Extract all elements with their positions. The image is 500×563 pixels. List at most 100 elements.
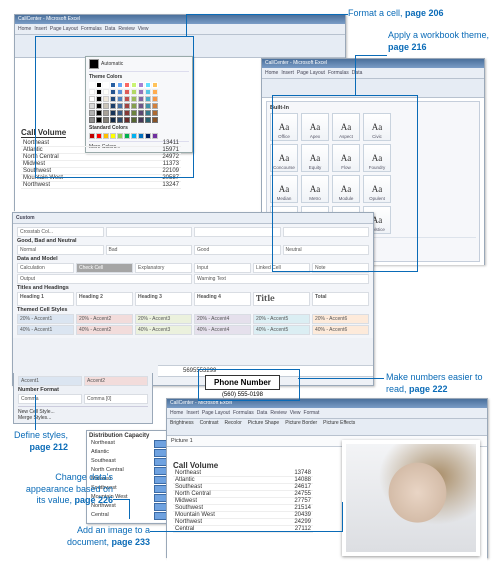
- theme-tile[interactable]: Concourse: [270, 144, 298, 172]
- theme-tile[interactable]: Opulent: [363, 175, 391, 203]
- style-tile[interactable]: Comma [0]: [84, 394, 148, 404]
- value-cell: 13411: [163, 140, 179, 146]
- ribbon-tab[interactable]: Home: [18, 26, 31, 32]
- ribbon-tab[interactable]: Page Layout: [202, 410, 230, 416]
- ribbon-tab[interactable]: Formulas: [233, 410, 254, 416]
- style-tile[interactable]: Heading 3: [135, 292, 192, 306]
- style-tile[interactable]: Linked Cell: [253, 263, 310, 273]
- leader-line: [355, 55, 387, 56]
- region-cell: Southwest: [175, 505, 203, 511]
- style-tile[interactable]: 40% - Accent5: [253, 325, 310, 335]
- table-row: Northwest 13247: [21, 182, 181, 189]
- table-row: Mountain West20587: [21, 175, 181, 182]
- ribbon-tab[interactable]: Data: [257, 410, 268, 416]
- theme-tile[interactable]: Metro: [301, 175, 329, 203]
- table-row: Midwest11373: [21, 161, 181, 168]
- ribbon-tab[interactable]: Format: [304, 410, 320, 416]
- theme-tile[interactable]: Median: [270, 175, 298, 203]
- style-tile[interactable]: Title: [253, 292, 310, 306]
- ribbon-tab[interactable]: Home: [170, 410, 183, 416]
- value-cell: 11373: [163, 161, 179, 167]
- style-tile[interactable]: Check Cell: [76, 263, 133, 273]
- style-tile[interactable]: Heading 1: [17, 292, 74, 306]
- theme-tile[interactable]: Office: [270, 113, 298, 141]
- style-tile[interactable]: Output: [17, 274, 192, 284]
- style-tile[interactable]: [194, 227, 281, 237]
- style-tile[interactable]: Bad: [106, 245, 193, 255]
- ribbon-tab[interactable]: Data: [352, 70, 363, 76]
- style-tile[interactable]: Explanatory: [135, 263, 192, 273]
- section-dm: Data and Model: [17, 256, 369, 262]
- leader-line: [150, 531, 342, 532]
- style-tile[interactable]: 40% - Accent3: [135, 325, 192, 335]
- callout-text: Format a cell,: [348, 8, 405, 18]
- callout-phone: Make numbers easier to read, page 222: [386, 372, 496, 395]
- panel-cell-styles: Custom Crosstab Col... Good, Bad and Neu…: [12, 212, 374, 386]
- leader-line: [129, 499, 130, 519]
- callout-add-image: Add an image to a document, page 233: [45, 525, 150, 548]
- table-row: North Central24972: [21, 154, 181, 161]
- region-cell: Northwest: [23, 182, 50, 188]
- style-tile[interactable]: Neutral: [283, 245, 370, 255]
- theme-tile[interactable]: Flow: [332, 144, 360, 172]
- ribbon-tab[interactable]: Insert: [186, 410, 199, 416]
- theme-tile[interactable]: Foundry: [363, 144, 391, 172]
- style-tile[interactable]: 20% - Accent1: [17, 314, 74, 324]
- style-tile[interactable]: Comma: [18, 394, 82, 404]
- style-tile[interactable]: Calculation: [17, 263, 74, 273]
- style-tile[interactable]: 20% - Accent3: [135, 314, 192, 324]
- ribbon-tab[interactable]: View: [290, 410, 301, 416]
- style-tile[interactable]: Input: [194, 263, 251, 273]
- style-tile[interactable]: Note: [312, 263, 369, 273]
- style-tile[interactable]: 40% - Accent2: [76, 325, 133, 335]
- ribbon-tab[interactable]: Insert: [281, 70, 294, 76]
- style-tile[interactable]: Crosstab Col...: [17, 227, 104, 237]
- value-cell: 20439: [294, 512, 311, 518]
- inserted-photo[interactable]: [342, 440, 480, 556]
- style-tile[interactable]: 20% - Accent2: [76, 314, 133, 324]
- ribbon-group-label: Brightness: [170, 420, 194, 434]
- style-tile[interactable]: 40% - Accent6: [312, 325, 369, 335]
- style-tile[interactable]: Warning Text: [194, 274, 369, 284]
- style-tile[interactable]: 40% - Accent4: [194, 325, 251, 335]
- style-tile[interactable]: 20% - Accent6: [312, 314, 369, 324]
- theme-colors-label: Theme Colors: [89, 74, 189, 80]
- style-tile[interactable]: [106, 227, 193, 237]
- theme-tile[interactable]: Apex: [301, 113, 329, 141]
- theme-tile[interactable]: Equity: [301, 144, 329, 172]
- value-cell: 13247: [162, 182, 179, 188]
- style-tile[interactable]: Accent1: [18, 376, 82, 386]
- ribbon-tab[interactable]: Review: [270, 410, 286, 416]
- style-tile[interactable]: Good: [194, 245, 281, 255]
- value-cell: 22109: [162, 168, 179, 174]
- theme-tile[interactable]: Civic: [363, 113, 391, 141]
- ribbon-tab[interactable]: Home: [265, 70, 278, 76]
- style-tile[interactable]: Normal: [17, 245, 104, 255]
- ribbon-tab[interactable]: Review: [118, 26, 134, 32]
- merge-styles-item[interactable]: Merge Styles...: [18, 415, 148, 421]
- style-tile[interactable]: Heading 4: [194, 292, 251, 306]
- style-tile[interactable]: Accent2: [84, 376, 148, 386]
- style-tile[interactable]: [283, 227, 370, 237]
- ribbon-tab[interactable]: Data: [105, 26, 116, 32]
- region-cell: Northeast: [175, 470, 201, 476]
- theme-tile[interactable]: Module: [332, 175, 360, 203]
- theme-color-swatches[interactable]: [89, 82, 189, 123]
- style-tile[interactable]: Heading 2: [76, 292, 133, 306]
- ribbon-tab[interactable]: Page Layout: [297, 70, 325, 76]
- theme-tile[interactable]: Aspect: [332, 113, 360, 141]
- ribbon-tab[interactable]: View: [138, 26, 149, 32]
- ribbon-tab[interactable]: Page Layout: [50, 26, 78, 32]
- ribbon-tab[interactable]: Formulas: [81, 26, 102, 32]
- style-tile[interactable]: 20% - Accent4: [194, 314, 251, 324]
- style-tile[interactable]: 20% - Accent5: [253, 314, 310, 324]
- style-tile[interactable]: Total: [312, 292, 369, 306]
- new-cell-style-item[interactable]: New Cell Style...: [18, 406, 148, 415]
- ribbon-tab[interactable]: Formulas: [328, 70, 349, 76]
- ribbon-tab[interactable]: Insert: [34, 26, 47, 32]
- table-row: Southwest22109: [21, 168, 181, 175]
- style-tile[interactable]: 40% - Accent1: [17, 325, 74, 335]
- callout-page: page 216: [388, 42, 427, 52]
- region-cell: Northeast: [23, 140, 49, 146]
- callout-text: Apply a workbook theme,: [388, 30, 489, 40]
